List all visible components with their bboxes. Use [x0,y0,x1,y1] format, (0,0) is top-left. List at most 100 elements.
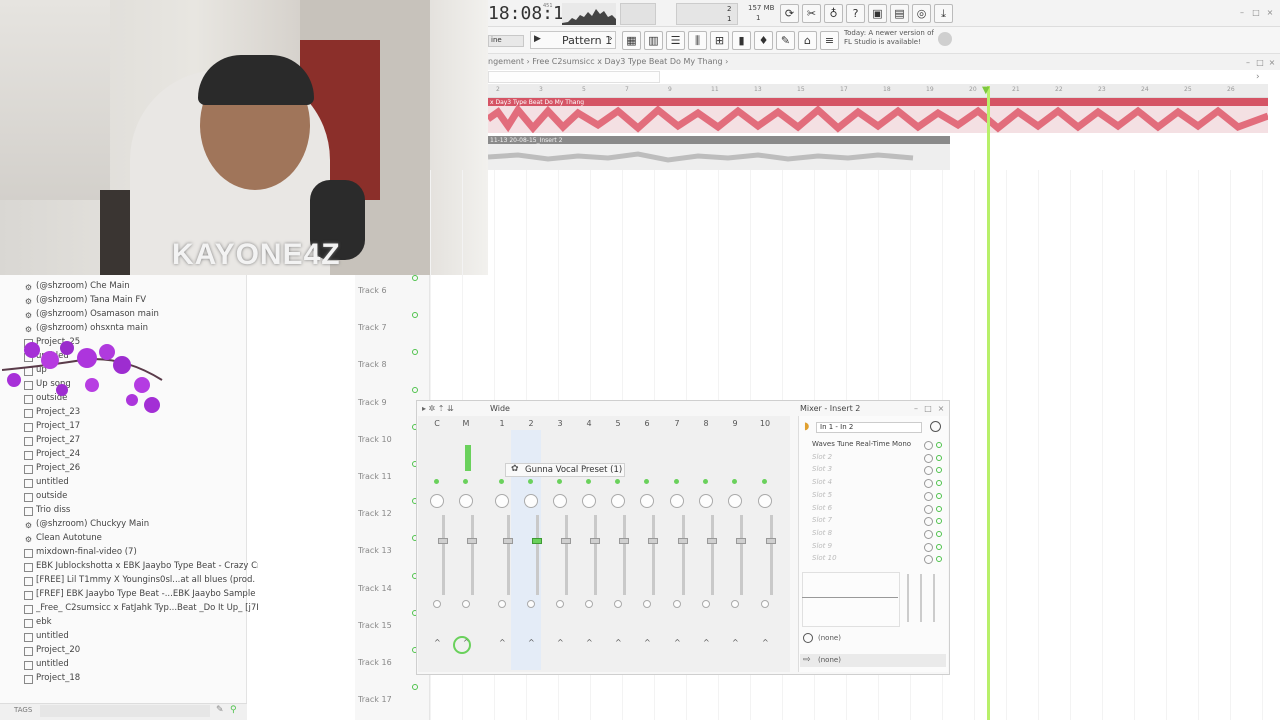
scroll-right-icon[interactable]: › [1256,72,1260,82]
metronome-icon[interactable]: ⟳ [780,4,799,23]
playlist-overview-scroll[interactable] [488,71,660,83]
mixer-close-icon[interactable]: × [935,404,947,414]
playlist-maximize-icon[interactable]: □ [1254,58,1266,68]
mixer-pan-knob[interactable] [495,494,509,508]
track-label[interactable]: Track 8 [358,360,387,369]
effect-slot-mix-knob[interactable] [924,441,933,450]
effect-slot[interactable]: Slot 10 [812,554,922,565]
pen-icon[interactable]: ✎ [776,31,795,50]
browser-item[interactable]: EBK Jublockshotta x EBK Jaaybo Type Beat… [36,561,258,575]
mixer-volume-fader[interactable] [740,515,743,595]
mixer-icon[interactable]: ⫼ [688,31,707,50]
track-label[interactable]: Track 14 [358,584,392,593]
mixer-stereo-knob[interactable] [731,600,739,608]
eq-sliders[interactable] [904,574,942,622]
mixer-volume-fader[interactable] [594,515,597,595]
route-in-select[interactable]: (none) [800,632,946,645]
track-label[interactable]: Track 15 [358,621,392,630]
minimize-icon[interactable]: – [1236,8,1248,18]
effect-slot[interactable]: Slot 7 [812,516,922,527]
snap-mode-select[interactable]: ine [488,35,524,47]
browser-item[interactable]: (@shzroom) Che Main [36,281,258,295]
plugin-icon[interactable]: ▮ [732,31,751,50]
mixer-volume-fader[interactable] [682,515,685,595]
mixer-fader-handle[interactable] [648,538,658,544]
mixer-route-arrow-icon[interactable]: ^ [644,638,651,647]
effect-slot[interactable]: Slot 5 [812,491,922,502]
input-select[interactable]: In 1 - In 2 [816,422,922,433]
mixer-fader-handle[interactable] [532,538,542,544]
mixer-strip-led[interactable] [703,479,708,484]
mixer-pan-knob[interactable] [758,494,772,508]
mixer-strip-number[interactable]: 8 [696,419,716,428]
mixer-strip-led[interactable] [674,479,679,484]
mixer-fader-handle[interactable] [438,538,448,544]
browser-item[interactable]: Project_18 [36,673,258,687]
effect-slot-enable-led[interactable] [936,454,942,461]
effect-slot-enable-led[interactable] [936,530,942,537]
mixer-pan-knob[interactable] [728,494,742,508]
mixer-volume-fader[interactable] [507,515,510,595]
browser-icon[interactable]: ⊞ [710,31,729,50]
mixer-route-arrow-icon[interactable]: ^ [674,638,681,647]
effect-slot[interactable]: Slot 8 [812,529,922,540]
mixer-pan-knob[interactable] [430,494,444,508]
mixer-fader-handle[interactable] [590,538,600,544]
piano-roll-icon[interactable]: ▥ [644,31,663,50]
mixer-volume-fader[interactable] [536,515,539,595]
effect-slot[interactable]: Slot 3 [812,465,922,476]
mixer-maximize-icon[interactable]: □ [922,404,934,414]
track-label[interactable]: Track 9 [358,398,387,407]
tempo-tap-icon[interactable]: ⌂ [798,31,817,50]
mixer-strip-number[interactable]: 9 [725,419,745,428]
mixer-fader-handle[interactable] [619,538,629,544]
track-label[interactable]: Track 7 [358,323,387,332]
cut-icon[interactable]: ✂ [802,4,821,23]
mixer-strip-led[interactable] [762,479,767,484]
effect-slot-enable-led[interactable] [936,543,942,550]
effect-slot[interactable]: Slot 2 [812,453,922,464]
track-label[interactable]: Track 12 [358,509,392,518]
mixer-strip-number[interactable]: M [456,419,476,428]
touch-keyboard-icon[interactable]: ≡ [820,31,839,50]
mixer-volume-fader[interactable] [711,515,714,595]
browser-item[interactable]: outside [36,491,258,505]
chat-icon[interactable]: ◎ [912,4,931,23]
save-icon[interactable]: ▣ [868,4,887,23]
mixer-strip-led[interactable] [463,479,468,484]
mixer-route-arrow-icon[interactable]: ^ [615,638,622,647]
timeline-ruler[interactable]: 2 3 5 7 9 11 13 15 17 18 19 20 21 22 23 24 25 26 [488,84,1268,98]
mixer-strip-number[interactable]: 4 [579,419,599,428]
mixer-strip-number[interactable]: 7 [667,419,687,428]
mixer-menu-icon[interactable]: ▸ ✲ ⇡ ⇊ [422,404,454,413]
mic-icon[interactable]: ♁ [824,4,843,23]
mixer-strip-led[interactable] [528,479,533,484]
mixer-strip-number[interactable]: 3 [550,419,570,428]
effect-slot-enable-led[interactable] [936,442,942,448]
mixer-volume-fader[interactable] [770,515,773,595]
mixer-volume-fader[interactable] [652,515,655,595]
help-icon[interactable]: ? [846,4,865,23]
mixer-pan-knob[interactable] [670,494,684,508]
mixer-strip-led[interactable] [434,479,439,484]
browser-item[interactable]: (@shzroom) Tana Main FV [36,295,258,309]
mixer-fader-handle[interactable] [766,538,776,544]
browser-item[interactable]: untitled [36,631,258,645]
mixer-stereo-knob[interactable] [556,600,564,608]
mixer-strip-number[interactable]: 2 [521,419,541,428]
browser-item[interactable]: untitled [36,477,258,491]
mixer-route-arrow-icon[interactable]: ^ [762,638,769,647]
mixer-fader-handle[interactable] [467,538,477,544]
browser-item[interactable]: mixdown-final-video (7) [36,547,258,561]
mixer-route-arrow-icon[interactable]: ^ [557,638,564,647]
effect-slot[interactable]: Waves Tune Real-Time Mono [812,440,922,451]
mixer-pan-knob[interactable] [640,494,654,508]
mixer-volume-fader[interactable] [565,515,568,595]
mixer-stereo-knob[interactable] [527,600,535,608]
effect-slot-mix-knob[interactable] [924,542,933,552]
track-label[interactable]: Track 17 [358,695,392,704]
mixer-strip-led[interactable] [586,479,591,484]
effect-slot[interactable]: Slot 4 [812,478,922,489]
browser-item[interactable]: _Free_ C2sumsicc x FatJahk Typ...Beat _D… [36,603,258,617]
mixer-stereo-knob[interactable] [498,600,506,608]
